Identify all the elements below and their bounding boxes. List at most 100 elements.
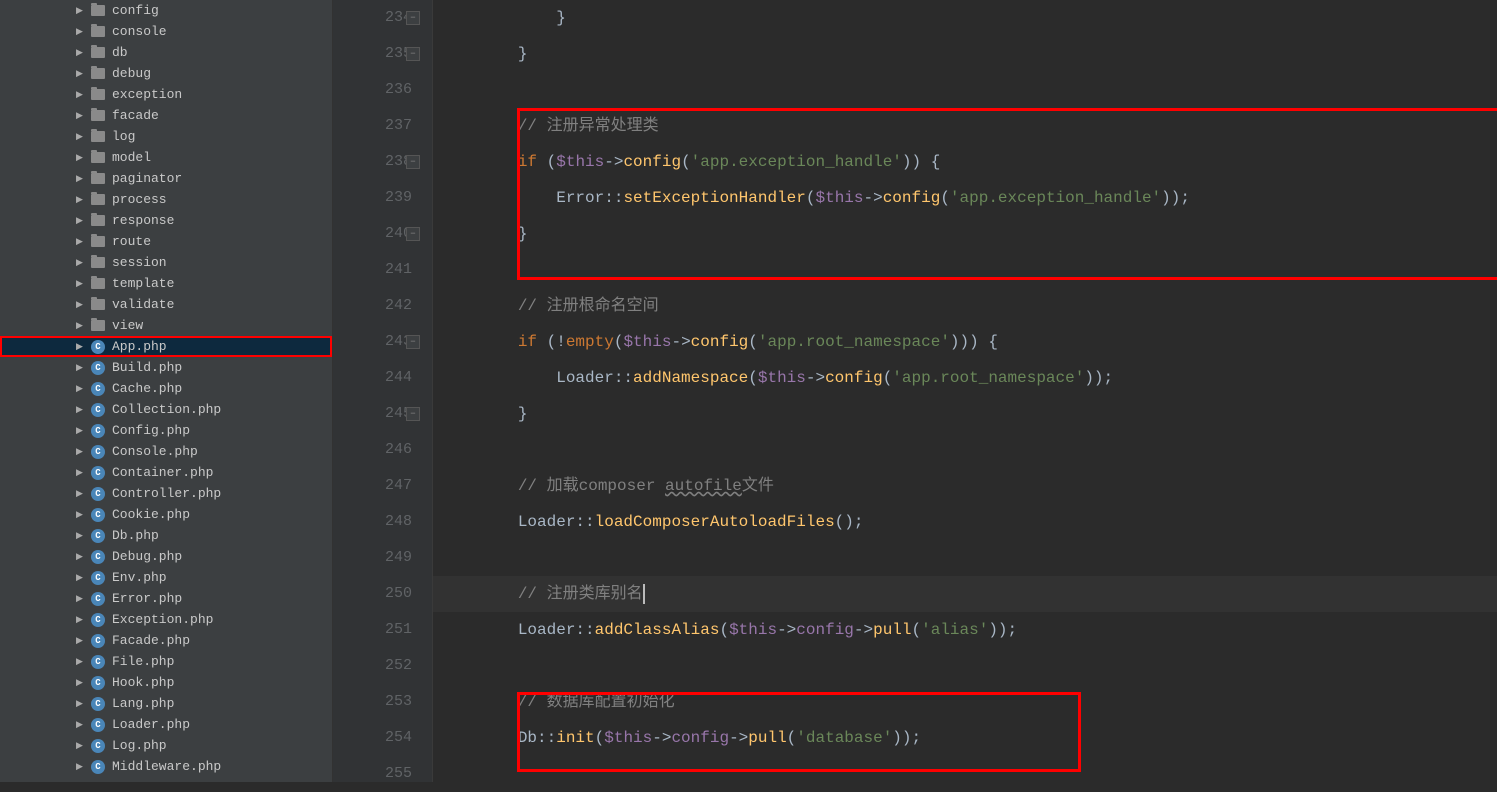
expand-arrow-icon[interactable]: ▶ [76, 447, 86, 457]
expand-arrow-icon[interactable]: ▶ [76, 594, 86, 604]
code-line[interactable]: // 数据库配置初始化 [433, 684, 1497, 720]
tree-file-Exception-php[interactable]: ▶CException.php [0, 609, 332, 630]
tree-file-Lang-php[interactable]: ▶CLang.php [0, 693, 332, 714]
tree-folder-session[interactable]: ▶session [0, 252, 332, 273]
tree-folder-validate[interactable]: ▶validate [0, 294, 332, 315]
tree-file-App-php[interactable]: ▶CApp.php [0, 336, 332, 357]
code-line[interactable]: Loader::addNamespace($this->config('app.… [433, 360, 1497, 396]
code-line[interactable] [433, 252, 1497, 288]
expand-arrow-icon[interactable]: ▶ [76, 657, 86, 667]
fold-toggle-icon[interactable]: − [406, 407, 420, 421]
expand-arrow-icon[interactable]: ▶ [76, 741, 86, 751]
expand-arrow-icon[interactable]: ▶ [76, 552, 86, 562]
expand-arrow-icon[interactable]: ▶ [76, 216, 86, 226]
tree-folder-log[interactable]: ▶log [0, 126, 332, 147]
tree-file-Console-php[interactable]: ▶CConsole.php [0, 441, 332, 462]
code-line[interactable]: // 注册根命名空间 [433, 288, 1497, 324]
expand-arrow-icon[interactable]: ▶ [76, 426, 86, 436]
tree-file-Build-php[interactable]: ▶CBuild.php [0, 357, 332, 378]
code-line[interactable]: } [433, 0, 1497, 36]
fold-toggle-icon[interactable]: − [406, 47, 420, 61]
tree-file-Debug-php[interactable]: ▶CDebug.php [0, 546, 332, 567]
expand-arrow-icon[interactable]: ▶ [76, 531, 86, 541]
expand-arrow-icon[interactable]: ▶ [76, 678, 86, 688]
code-line[interactable] [433, 432, 1497, 468]
tree-file-Loader-php[interactable]: ▶CLoader.php [0, 714, 332, 735]
code-line[interactable] [433, 72, 1497, 108]
code-line[interactable]: Db::init($this->config->pull('database')… [433, 720, 1497, 756]
expand-arrow-icon[interactable]: ▶ [76, 195, 86, 205]
expand-arrow-icon[interactable]: ▶ [76, 111, 86, 121]
expand-arrow-icon[interactable]: ▶ [76, 510, 86, 520]
expand-arrow-icon[interactable]: ▶ [76, 468, 86, 478]
tree-folder-view[interactable]: ▶view [0, 315, 332, 336]
expand-arrow-icon[interactable]: ▶ [76, 384, 86, 394]
expand-arrow-icon[interactable]: ▶ [76, 573, 86, 583]
code-line[interactable]: } [433, 396, 1497, 432]
expand-arrow-icon[interactable]: ▶ [76, 6, 86, 16]
expand-arrow-icon[interactable]: ▶ [76, 69, 86, 79]
tree-folder-route[interactable]: ▶route [0, 231, 332, 252]
tree-file-Cookie-php[interactable]: ▶CCookie.php [0, 504, 332, 525]
expand-arrow-icon[interactable]: ▶ [76, 720, 86, 730]
expand-arrow-icon[interactable]: ▶ [76, 405, 86, 415]
expand-arrow-icon[interactable]: ▶ [76, 762, 86, 772]
tree-file-Hook-php[interactable]: ▶CHook.php [0, 672, 332, 693]
fold-toggle-icon[interactable]: − [406, 155, 420, 169]
code-line[interactable]: // 注册异常处理类 [433, 108, 1497, 144]
tree-file-Facade-php[interactable]: ▶CFacade.php [0, 630, 332, 651]
expand-arrow-icon[interactable]: ▶ [76, 174, 86, 184]
code-line[interactable]: if (!empty($this->config('app.root_names… [433, 324, 1497, 360]
code-line[interactable]: Loader::addClassAlias($this->config->pul… [433, 612, 1497, 648]
tree-file-Middleware-php[interactable]: ▶CMiddleware.php [0, 756, 332, 777]
tree-folder-process[interactable]: ▶process [0, 189, 332, 210]
code-area[interactable]: } } // 注册异常处理类 if ($this->config('app.ex… [433, 0, 1497, 782]
tree-folder-response[interactable]: ▶response [0, 210, 332, 231]
fold-toggle-icon[interactable]: − [406, 227, 420, 241]
tree-file-Container-php[interactable]: ▶CContainer.php [0, 462, 332, 483]
expand-arrow-icon[interactable]: ▶ [76, 258, 86, 268]
tree-file-File-php[interactable]: ▶CFile.php [0, 651, 332, 672]
expand-arrow-icon[interactable]: ▶ [76, 699, 86, 709]
tree-folder-model[interactable]: ▶model [0, 147, 332, 168]
project-tree[interactable]: ▶config▶console▶db▶debug▶exception▶facad… [0, 0, 333, 782]
tree-folder-exception[interactable]: ▶exception [0, 84, 332, 105]
expand-arrow-icon[interactable]: ▶ [76, 615, 86, 625]
expand-arrow-icon[interactable]: ▶ [76, 636, 86, 646]
fold-toggle-icon[interactable]: − [406, 11, 420, 25]
code-line[interactable]: if ($this->config('app.exception_handle'… [433, 144, 1497, 180]
tree-folder-config[interactable]: ▶config [0, 0, 332, 21]
tree-file-Collection-php[interactable]: ▶CCollection.php [0, 399, 332, 420]
tree-file-Db-php[interactable]: ▶CDb.php [0, 525, 332, 546]
expand-arrow-icon[interactable]: ▶ [76, 132, 86, 142]
expand-arrow-icon[interactable]: ▶ [76, 153, 86, 163]
tree-file-Config-php[interactable]: ▶CConfig.php [0, 420, 332, 441]
code-line[interactable]: // 注册类库别名 [433, 576, 1497, 612]
code-editor[interactable]: 234−235−236237238−239240−241242243−24424… [333, 0, 1497, 782]
tree-file-Log-php[interactable]: ▶CLog.php [0, 735, 332, 756]
tree-folder-paginator[interactable]: ▶paginator [0, 168, 332, 189]
code-line[interactable]: Error::setExceptionHandler($this->config… [433, 180, 1497, 216]
code-line[interactable]: // 加载composer autofile文件 [433, 468, 1497, 504]
expand-arrow-icon[interactable]: ▶ [76, 48, 86, 58]
code-line[interactable] [433, 756, 1497, 792]
fold-toggle-icon[interactable]: − [406, 335, 420, 349]
tree-file-Env-php[interactable]: ▶CEnv.php [0, 567, 332, 588]
tree-folder-template[interactable]: ▶template [0, 273, 332, 294]
expand-arrow-icon[interactable]: ▶ [76, 27, 86, 37]
expand-arrow-icon[interactable]: ▶ [76, 279, 86, 289]
code-line[interactable]: Loader::loadComposerAutoloadFiles(); [433, 504, 1497, 540]
expand-arrow-icon[interactable]: ▶ [76, 237, 86, 247]
code-line[interactable]: } [433, 36, 1497, 72]
expand-arrow-icon[interactable]: ▶ [76, 489, 86, 499]
tree-folder-facade[interactable]: ▶facade [0, 105, 332, 126]
expand-arrow-icon[interactable]: ▶ [76, 90, 86, 100]
expand-arrow-icon[interactable]: ▶ [76, 300, 86, 310]
code-line[interactable] [433, 648, 1497, 684]
tree-file-Cache-php[interactable]: ▶CCache.php [0, 378, 332, 399]
tree-file-Controller-php[interactable]: ▶CController.php [0, 483, 332, 504]
expand-arrow-icon[interactable]: ▶ [76, 363, 86, 373]
tree-folder-console[interactable]: ▶console [0, 21, 332, 42]
code-line[interactable] [433, 540, 1497, 576]
tree-folder-db[interactable]: ▶db [0, 42, 332, 63]
